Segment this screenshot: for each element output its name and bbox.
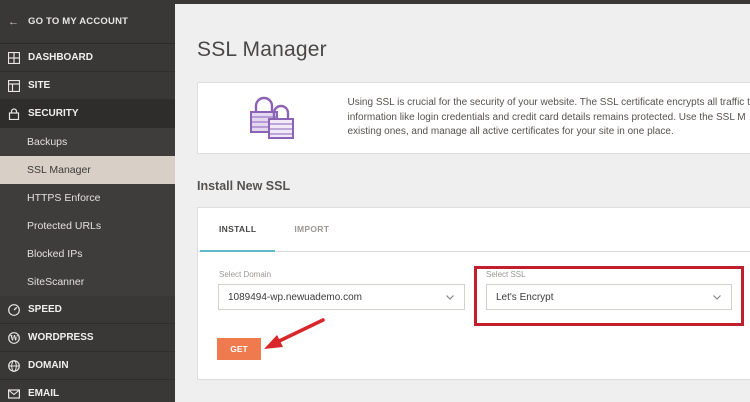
sidebar-item-wordpress[interactable]: W WORDPRESS [0,324,175,352]
sidebar-subitem-backups[interactable]: Backups [0,128,175,156]
sidebar-subitem-ssl-manager[interactable]: SSL Manager [0,156,175,184]
tab-bar: INSTALL IMPORT [198,208,750,252]
sidebar-item-label: DASHBOARD [28,52,93,63]
wordpress-icon: W [8,331,20,344]
lock-icon [8,107,20,120]
info-description: Using SSL is crucial for the security of… [347,96,750,140]
info-line: information like login credentials and c… [347,111,746,123]
site-icon [8,79,20,92]
sidebar-subitem-blocked-ips[interactable]: Blocked IPs [0,240,175,268]
install-section-title: Install New SSL [197,179,291,193]
sidebar-item-domain[interactable]: DOMAIN [0,352,175,380]
sidebar-item-label: SECURITY [28,108,79,119]
info-card: Using SSL is crucial for the security of… [197,82,750,154]
get-button[interactable]: GET [217,338,261,360]
padlocks-icon [198,82,347,154]
sidebar-item-label: SITE [28,80,51,91]
sidebar-item-speed[interactable]: SPEED [0,296,175,324]
sidebar-item-label: SPEED [28,304,62,315]
page-title: SSL Manager [197,38,327,61]
email-icon [8,388,20,400]
ssl-select-highlight [474,266,744,326]
tab-install[interactable]: INSTALL [200,207,276,252]
sidebar: ← GO TO MY ACCOUNT DASHBOARD SITE SECURI… [0,0,175,402]
sidebar-item-email[interactable]: EMAIL [0,380,175,402]
sidebar-item-security[interactable]: SECURITY [0,100,175,128]
go-to-account-label: GO TO MY ACCOUNT [28,16,129,27]
info-line: Using SSL is crucial for the security of… [347,97,750,109]
sidebar-item-dashboard[interactable]: DASHBOARD [0,44,175,72]
main-content: SSL Manager Using SSL is crucial for the… [175,4,750,402]
globe-icon [8,359,20,372]
info-line: existing ones, and manage all active cer… [347,126,674,138]
red-arrow-annotation [264,318,325,349]
svg-text:W: W [9,333,18,342]
sidebar-item-site[interactable]: SITE [0,72,175,100]
dashboard-icon [8,51,20,64]
sidebar-item-label: DOMAIN [28,360,69,371]
sidebar-subitem-sitescanner[interactable]: SiteScanner [0,268,175,296]
speed-icon [8,303,20,316]
tab-import[interactable]: IMPORT [275,207,348,251]
go-to-account-link[interactable]: ← GO TO MY ACCOUNT [0,0,175,44]
sidebar-item-label: WORDPRESS [28,332,94,343]
sidebar-item-label: EMAIL [28,388,60,399]
sidebar-subitem-https-enforce[interactable]: HTTPS Enforce [0,184,175,212]
domain-select[interactable]: 1089494-wp.newuademo.com [218,284,465,310]
arrow-left-icon: ← [8,15,20,28]
chevron-down-icon [446,295,454,300]
select-domain-label: Select Domain [219,270,272,279]
domain-select-value: 1089494-wp.newuademo.com [228,291,362,303]
sidebar-subitem-protected-urls[interactable]: Protected URLs [0,212,175,240]
